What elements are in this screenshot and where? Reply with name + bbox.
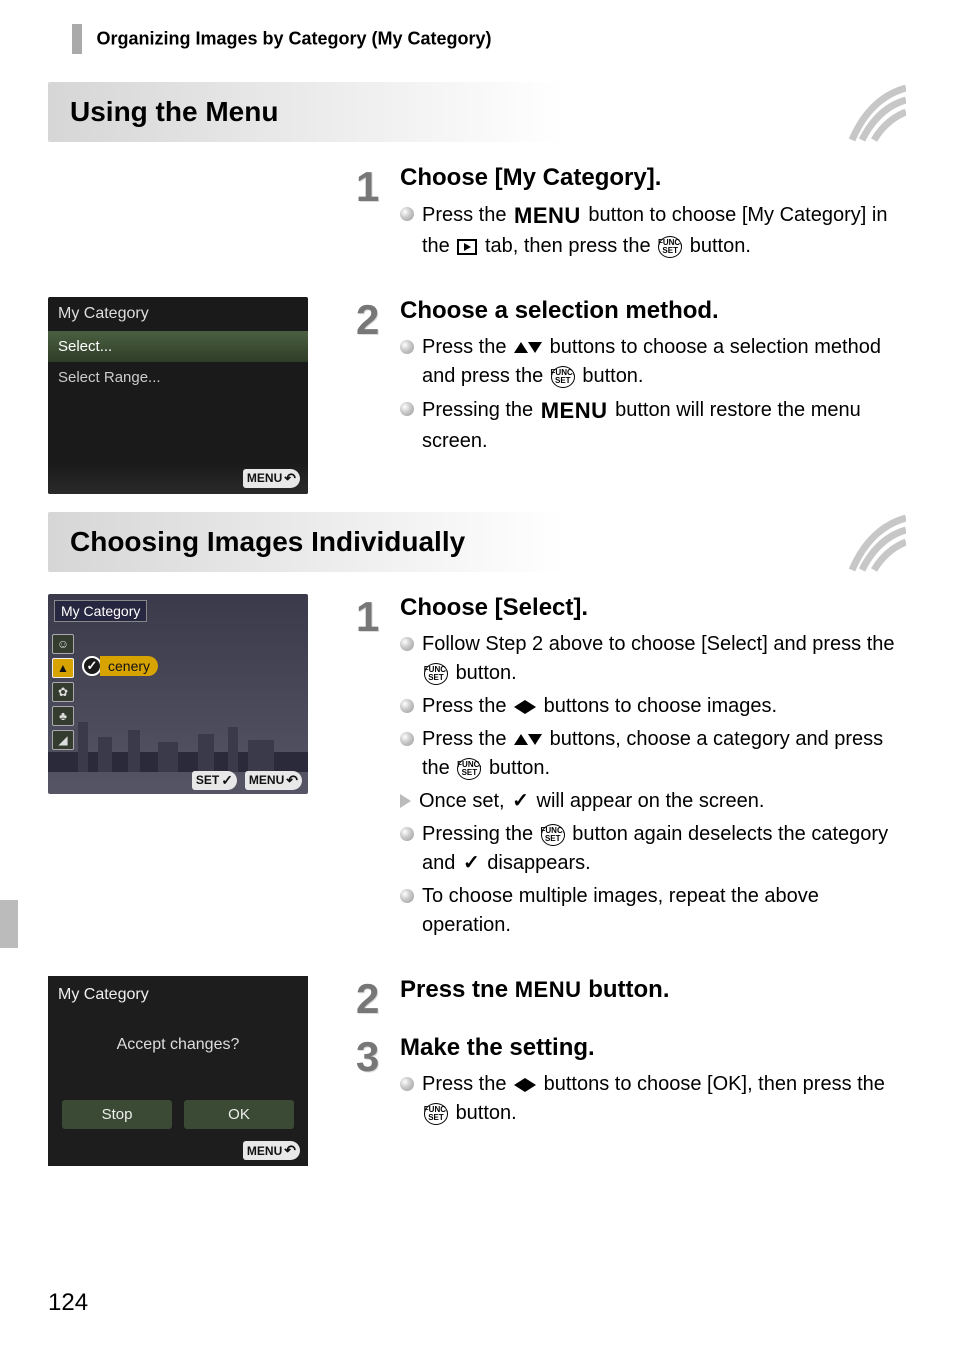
- func-set-button-icon: FUNC.SET: [424, 663, 448, 685]
- step-title: Press tne MENU button.: [400, 976, 906, 1004]
- step-instruction: To choose multiple images, repeat the ab…: [422, 882, 906, 940]
- corner-decoration-icon: [828, 82, 906, 142]
- menu-back-chip: MENU↶: [243, 469, 300, 488]
- bullet-icon: [400, 827, 414, 841]
- menu-back-chip: MENU↶: [245, 771, 302, 790]
- step-number: 1: [356, 164, 388, 265]
- step-title: Choose [Select].: [400, 594, 906, 622]
- func-set-button-icon: FUNC.SET: [424, 1103, 448, 1125]
- section-heading-choosing-individually: Choosing Images Individually: [48, 512, 906, 572]
- section-heading-text: Choosing Images Individually: [70, 526, 465, 557]
- left-right-arrows-icon: [514, 700, 536, 714]
- section-heading-using-menu: Using the Menu: [48, 82, 906, 142]
- step-instruction: Press the buttons to choose images.: [422, 692, 906, 721]
- step-title: Choose [My Category].: [400, 164, 906, 192]
- func-set-button-icon: FUNC.SET: [541, 824, 565, 846]
- menu-button-icon: MENU: [515, 977, 582, 1002]
- step-3-make-setting: 3 Make the setting. Press the buttons to…: [356, 1034, 906, 1132]
- step-number: 1: [356, 594, 388, 944]
- corner-decoration-icon: [828, 512, 906, 572]
- category-tag-chip: ✓ cenery: [82, 656, 158, 676]
- step-number: 3: [356, 1034, 388, 1132]
- set-check-chip: SET✓: [192, 771, 237, 790]
- lcd-option-select-range: Select Range...: [48, 362, 308, 393]
- step-1-choose-my-category: 1 Choose [My Category]. Press the MENU b…: [356, 164, 906, 265]
- step-instruction: Pressing the FUNC.SET button again desel…: [422, 820, 906, 878]
- up-down-arrows-icon: [514, 734, 542, 745]
- running-header: Organizing Images by Category (My Catego…: [48, 24, 906, 54]
- bullet-icon: [400, 207, 414, 221]
- bullet-icon: [400, 699, 414, 713]
- lcd-option-select: Select...: [48, 331, 308, 362]
- skyline-illustration: [48, 712, 308, 772]
- ok-button: OK: [184, 1100, 294, 1129]
- lcd-title: My Category: [48, 976, 308, 1014]
- lcd-top-label: My Category: [54, 600, 147, 622]
- func-set-button-icon: FUNC.SET: [457, 758, 481, 780]
- playback-tab-icon: [457, 239, 477, 255]
- step-instruction: Press the buttons to choose [OK], then p…: [422, 1070, 906, 1128]
- lcd-screenshot-confirm: My Category Accept changes? Stop OK MENU…: [48, 976, 308, 1166]
- header-title: Organizing Images by Category (My Catego…: [96, 29, 491, 49]
- bullet-icon: [400, 1077, 414, 1091]
- menu-button-icon: MENU: [541, 395, 608, 427]
- header-accent-bar: [72, 24, 82, 54]
- section-heading-text: Using the Menu: [70, 96, 278, 127]
- lcd-title: My Category: [48, 297, 308, 331]
- step-number: 2: [356, 976, 388, 1020]
- step-instruction: Press the buttons, choose a category and…: [422, 725, 906, 783]
- step-title: Choose a selection method.: [400, 297, 906, 325]
- step-instruction: Pressing the MENU button will restore th…: [422, 395, 906, 456]
- func-set-button-icon: FUNC.SET: [551, 366, 575, 388]
- menu-back-chip: MENU↶: [243, 1141, 300, 1160]
- bullet-icon: [400, 732, 414, 746]
- confirm-message: Accept changes?: [48, 1014, 308, 1076]
- result-arrow-icon: [400, 794, 411, 808]
- category-label: cenery: [100, 656, 158, 676]
- step-2-press-menu: 2 Press tne MENU button.: [356, 976, 906, 1020]
- bullet-icon: [400, 340, 414, 354]
- lcd-screenshot-menu: My Category Select... Select Range... ME…: [48, 297, 308, 494]
- step-instruction: Press the buttons to choose a selection …: [422, 333, 906, 391]
- up-down-arrows-icon: [514, 342, 542, 353]
- bullet-icon: [400, 889, 414, 903]
- bullet-icon: [400, 402, 414, 416]
- checkmark-icon: ✓: [512, 787, 529, 816]
- step-instruction: Press the MENU button to choose [My Cate…: [422, 200, 906, 261]
- step-2-choose-selection-method: 2 Choose a selection method. Press the b…: [356, 297, 906, 460]
- bullet-icon: [400, 637, 414, 651]
- stop-button: Stop: [62, 1100, 172, 1129]
- page-number: 124: [48, 1289, 88, 1317]
- menu-button-icon: MENU: [514, 200, 581, 232]
- step-title: Make the setting.: [400, 1034, 906, 1062]
- step-number: 2: [356, 297, 388, 460]
- category-people-icon: ☺: [52, 634, 74, 654]
- step-instruction: Follow Step 2 above to choose [Select] a…: [422, 630, 906, 688]
- category-events-icon: ✿: [52, 682, 74, 702]
- lcd-screenshot-photo: My Category ☺ ▲ ✿ ♣ ◢ ✓ cenery: [48, 594, 308, 794]
- step-instruction: Once set, ✓ will appear on the screen.: [419, 787, 906, 816]
- func-set-button-icon: FUNC.SET: [658, 236, 682, 258]
- checkmark-icon: ✓: [463, 849, 480, 878]
- category-scenery-icon: ▲: [52, 658, 74, 678]
- checkmark-icon: ✓: [82, 656, 102, 676]
- step-1-choose-select: 1 Choose [Select]. Follow Step 2 above t…: [356, 594, 906, 944]
- left-right-arrows-icon: [514, 1078, 536, 1092]
- page-edge-tab: [0, 900, 18, 948]
